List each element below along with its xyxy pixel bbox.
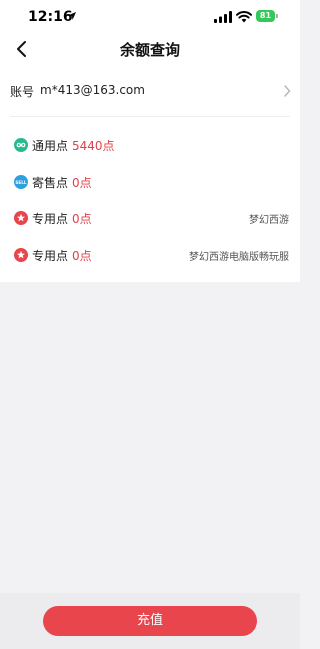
point-value: 0点 xyxy=(72,176,92,190)
wifi-icon xyxy=(236,10,252,23)
battery-cap xyxy=(276,14,278,18)
star-icon xyxy=(14,248,28,262)
location-arrow-icon xyxy=(68,12,76,20)
chevron-right-icon xyxy=(284,85,291,97)
point-row-dedicated: 专用点 0点 梦幻西游电脑版畅玩服 xyxy=(0,244,300,266)
point-value: 0点 xyxy=(72,249,92,263)
account-label: 账号 xyxy=(10,85,35,99)
point-label: 寄售点 xyxy=(32,176,69,190)
point-label: 专用点 xyxy=(32,249,69,263)
divider xyxy=(10,116,290,117)
sell-icon: SELL xyxy=(14,175,28,189)
balance-panel: 账号 m*413@163.com 通用点 5440点 SELL 寄售点 0点 专… xyxy=(0,64,300,282)
status-time: 12:16 xyxy=(28,9,73,25)
page-title: 余额查询 xyxy=(119,41,180,59)
point-label: 通用点 xyxy=(32,139,69,153)
navigation-bar: 余额查询 xyxy=(0,34,300,64)
point-game-name: 梦幻西游电脑版畅玩服 xyxy=(189,252,289,263)
point-value: 0点 xyxy=(72,212,92,226)
cellular-signal-icon xyxy=(214,11,232,23)
recharge-button[interactable]: 充值 xyxy=(43,606,257,636)
battery-indicator: 81 xyxy=(256,10,275,22)
point-game-name: 梦幻西游 xyxy=(249,215,289,226)
point-label: 专用点 xyxy=(32,212,69,226)
point-row-general: 通用点 5440点 xyxy=(0,134,300,156)
bottom-bar: 充值 xyxy=(0,593,300,649)
account-value: m*413@163.com xyxy=(40,83,145,97)
point-row-dedicated: 专用点 0点 梦幻西游 xyxy=(0,207,300,229)
infinity-icon xyxy=(14,138,28,152)
point-row-consignment: SELL 寄售点 0点 xyxy=(0,171,300,193)
svg-text:SELL: SELL xyxy=(15,180,27,185)
status-bar: 12:16 81 xyxy=(0,0,300,34)
point-value: 5440点 xyxy=(72,139,115,153)
star-icon xyxy=(14,211,28,225)
account-row[interactable]: 账号 m*413@163.com xyxy=(0,64,300,116)
